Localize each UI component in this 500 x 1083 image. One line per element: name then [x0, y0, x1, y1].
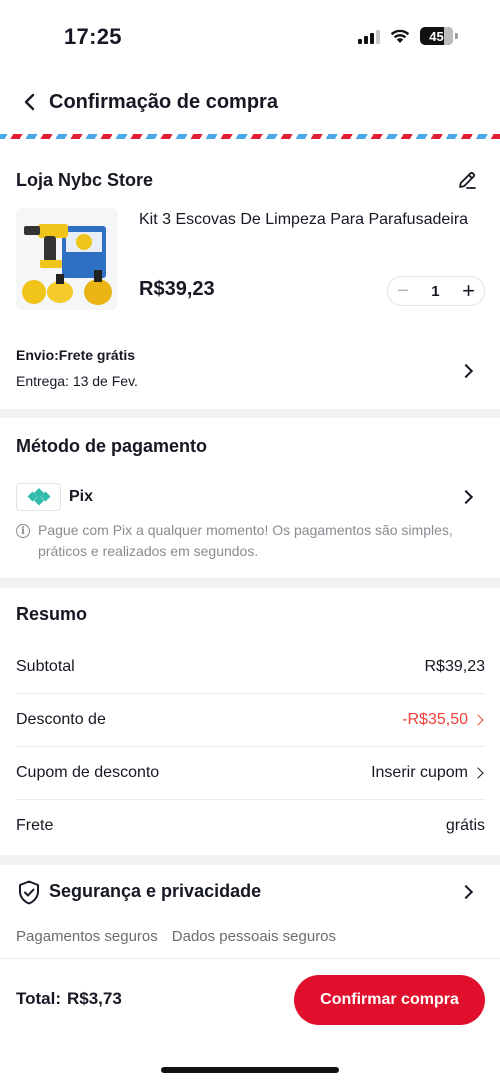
shipping-row[interactable]: Envio:Frete grátis Entrega: 13 de Fev. — [0, 341, 500, 401]
checkout-bar: Total: R$3,73 Confirmar compra — [0, 958, 500, 1083]
store-name: Loja Nybc Store — [16, 170, 154, 190]
summary-title: Resumo — [16, 604, 88, 624]
quantity-value[interactable]: 1 — [431, 283, 439, 300]
increase-quantity-button[interactable]: + — [462, 280, 475, 302]
summary-label: Subtotal — [16, 658, 75, 675]
status-time: 17:25 — [64, 24, 122, 49]
status-bar: 17:25 45 — [0, 0, 500, 72]
status-icons: 45 — [358, 27, 458, 45]
page-title: Confirmação de compra — [49, 91, 278, 113]
pencil-icon — [459, 171, 476, 189]
discount-value: -R$35,50 — [402, 711, 485, 729]
security-title: Segurança e privacidade — [49, 881, 262, 901]
page-header: Confirmação de compra — [0, 72, 500, 134]
shield-check-icon — [19, 880, 39, 905]
product-title[interactable]: Kit 3 Escovas De Limpeza Para Parafusade… — [139, 211, 487, 229]
chevron-right-icon — [472, 767, 484, 779]
shipping-label: Envio:Frete grátis — [16, 347, 136, 363]
summary-label: Desconto de — [16, 711, 106, 728]
total-label: Total: — [16, 989, 62, 1008]
summary-value: R$39,23 — [424, 658, 486, 675]
chevron-right-icon[interactable] — [458, 489, 474, 505]
payment-method-card: Método de pagamento Pix i Pague com Pix … — [0, 418, 500, 578]
chevron-right-icon — [458, 884, 474, 900]
product-price: R$39,23 — [139, 278, 215, 300]
battery-icon: 45 — [420, 27, 453, 45]
security-item: Pagamentos seguros — [16, 928, 158, 945]
brush-kit-image — [16, 208, 118, 310]
store-card: Loja Nybc Store Kit 3 Escovas De Limpeza… — [0, 151, 500, 409]
summary-value: grátis — [445, 817, 485, 834]
pix-icon — [16, 483, 61, 511]
chevron-right-icon — [458, 363, 474, 379]
summary-row-coupon[interactable]: Cupom de desconto Inserir cupom — [16, 747, 485, 800]
summary-row-shipping: Frete grátis — [16, 800, 485, 853]
edit-button[interactable] — [456, 169, 478, 191]
cellular-signal-icon — [358, 28, 380, 44]
summary-label: Frete — [16, 817, 54, 834]
summary-card: Resumo Subtotal R$39,23 Desconto de -R$3… — [0, 588, 500, 855]
home-indicator — [161, 1067, 339, 1073]
payment-section-title: Método de pagamento — [16, 436, 208, 456]
decrease-quantity-button[interactable]: − — [397, 281, 409, 301]
back-button[interactable] — [18, 90, 42, 114]
info-icon: i — [16, 524, 30, 538]
chevron-right-icon — [472, 714, 484, 726]
coupon-value: Inserir cupom — [371, 764, 485, 782]
delivery-date: Entrega: 13 de Fev. — [16, 373, 138, 389]
summary-row-subtotal: Subtotal R$39,23 — [16, 641, 485, 694]
security-item: Dados pessoais seguros — [171, 928, 337, 945]
payment-info-text: Pague com Pix a qualquer momento! Os pag… — [38, 522, 453, 559]
security-card[interactable]: Segurança e privacidade Pagamentos segur… — [0, 865, 500, 958]
chevron-left-icon — [24, 93, 35, 111]
security-items: Pagamentos seguros Dados pessoais seguro… — [16, 928, 336, 945]
battery-tip — [455, 33, 458, 39]
wifi-icon — [390, 29, 410, 43]
divider-spacer — [0, 139, 500, 151]
payment-method-label[interactable]: Pix — [69, 488, 93, 506]
discount-amount: -R$35,50 — [402, 711, 468, 728]
summary-label: Cupom de desconto — [16, 764, 160, 781]
battery-level: 45 — [429, 28, 444, 44]
quantity-stepper: − 1 + — [387, 276, 485, 306]
insert-coupon-link[interactable]: Inserir cupom — [371, 764, 468, 782]
product-image[interactable] — [16, 208, 118, 310]
summary-row-discount[interactable]: Desconto de -R$35,50 — [16, 694, 485, 747]
total-value: R$3,73 — [67, 989, 122, 1008]
confirm-purchase-button[interactable]: Confirmar compra — [294, 975, 485, 1025]
